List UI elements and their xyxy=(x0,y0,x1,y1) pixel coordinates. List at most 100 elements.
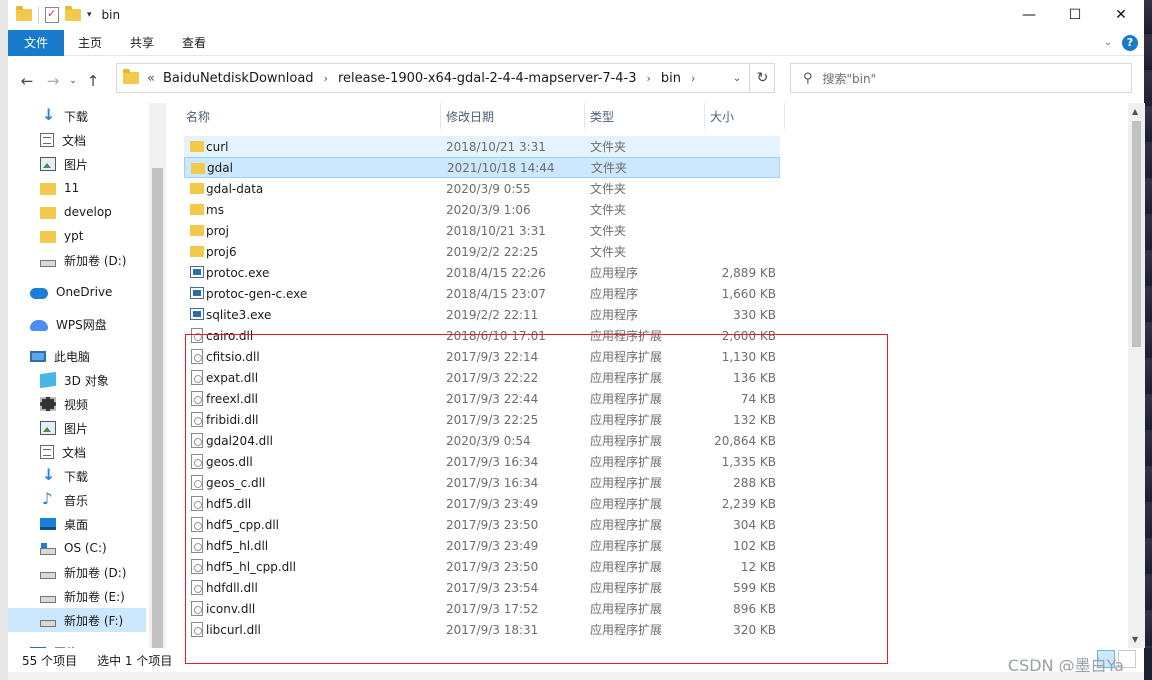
sidebar-item[interactable]: 3D 对象 xyxy=(40,368,109,392)
nav-pane-scrollbar[interactable] xyxy=(149,103,166,648)
sidebar-item[interactable]: WPS网盘 xyxy=(30,312,107,336)
sidebar-item[interactable]: 新加卷 (D:) xyxy=(40,560,126,584)
file-row[interactable]: hdfdll.dll 2017/9/3 23:54 应用程序扩展 599 KB xyxy=(184,577,780,598)
back-arrow-icon[interactable]: ← xyxy=(14,68,40,94)
up-arrow-icon[interactable]: ↑ xyxy=(80,68,106,94)
column-header-date[interactable]: 修改日期 xyxy=(446,103,494,129)
sidebar-item[interactable]: 新加卷 (D:) xyxy=(40,248,126,272)
breadcrumb-item[interactable]: BaiduNetdiskDownload xyxy=(163,71,314,86)
sidebar-item[interactable]: 图片📌 xyxy=(40,152,88,176)
file-row[interactable]: hdf5_cpp.dll 2017/9/3 23:50 应用程序扩展 304 KB xyxy=(184,514,780,535)
file-row[interactable]: gdal204.dll 2020/3/9 0:54 应用程序扩展 20,864 KB xyxy=(184,430,780,451)
file-row[interactable]: proj6 2019/2/2 22:25 文件夹 xyxy=(184,241,780,262)
file-name: protoc.exe xyxy=(206,265,270,280)
file-row[interactable]: gdal-data 2020/3/9 0:55 文件夹 xyxy=(184,178,780,199)
folder-icon xyxy=(190,141,204,152)
chevron-right-icon[interactable]: › xyxy=(691,72,695,85)
file-row[interactable]: hdf5_hl_cpp.dll 2017/9/3 23:50 应用程序扩展 12 KB xyxy=(184,556,780,577)
column-header-name[interactable]: 名称 xyxy=(186,103,210,129)
file-date: 2017/9/3 17:52 xyxy=(446,601,539,616)
column-resize-handle[interactable] xyxy=(440,103,441,129)
file-row[interactable]: sqlite3.exe 2019/2/2 22:11 应用程序 330 KB xyxy=(184,304,780,325)
column-resize-handle[interactable] xyxy=(784,103,785,129)
file-row[interactable]: iconv.dll 2017/9/3 17:52 应用程序扩展 896 KB xyxy=(184,598,780,619)
file-row[interactable]: fribidi.dll 2017/9/3 22:25 应用程序扩展 132 KB xyxy=(184,409,780,430)
file-row[interactable]: geos_c.dll 2017/9/3 16:34 应用程序扩展 288 KB xyxy=(184,472,780,493)
address-bar[interactable]: « BaiduNetdiskDownload › release-1900-x6… xyxy=(116,63,775,93)
breadcrumb-item[interactable]: release-1900-x64-gdal-2-4-4-mapserver-7-… xyxy=(338,71,637,86)
wps-cloud-icon xyxy=(30,320,48,331)
nav-scroll-thumb[interactable] xyxy=(152,168,163,648)
file-row[interactable]: geos.dll 2017/9/3 16:34 应用程序扩展 1,335 KB xyxy=(184,451,780,472)
folder-icon[interactable] xyxy=(16,6,32,21)
file-row[interactable]: proj 2018/10/21 3:31 文件夹 xyxy=(184,220,780,241)
tab-home[interactable]: 主页 xyxy=(64,31,116,55)
chevron-right-icon[interactable]: › xyxy=(324,72,328,85)
file-row[interactable]: protoc-gen-c.exe 2018/4/15 23:07 应用程序 1,660… xyxy=(184,283,780,304)
sidebar-item[interactable]: 文档📌 xyxy=(40,128,86,152)
sidebar-item[interactable]: 11 xyxy=(40,176,79,200)
picture-icon xyxy=(40,421,56,435)
sidebar-item[interactable]: 音乐 xyxy=(40,488,88,512)
sidebar-item[interactable]: 图片 xyxy=(40,416,88,440)
file-row[interactable]: libcurl.dll 2017/9/3 18:31 应用程序扩展 320 KB xyxy=(184,619,780,640)
sidebar-item[interactable]: 桌面 xyxy=(40,512,88,536)
close-button[interactable]: ✕ xyxy=(1098,0,1144,30)
properties-icon[interactable] xyxy=(45,7,59,23)
refresh-icon[interactable]: ↻ xyxy=(749,63,775,93)
sidebar-item[interactable]: 新加卷 (E:) xyxy=(40,584,125,608)
sidebar-item[interactable]: OS (C:) xyxy=(40,536,107,560)
file-row[interactable]: hdf5_hl.dll 2017/9/3 23:49 应用程序扩展 102 KB xyxy=(184,535,780,556)
tab-share[interactable]: 共享 xyxy=(116,31,168,55)
file-list-scrollbar[interactable]: ▲ ▼ xyxy=(1128,103,1145,648)
sidebar-item[interactable]: develop xyxy=(40,200,112,224)
file-list-scroll-thumb[interactable] xyxy=(1132,121,1141,347)
chevron-right-icon[interactable]: › xyxy=(647,72,651,85)
sidebar-item[interactable]: 网络 xyxy=(30,640,78,648)
dll-file-icon xyxy=(191,559,203,574)
sidebar-item[interactable]: 此电脑 xyxy=(30,344,90,368)
file-row[interactable]: gdal 2021/10/18 14:44 文件夹 xyxy=(184,157,780,178)
minimize-button[interactable]: — xyxy=(1006,0,1052,30)
maximize-button[interactable]: ☐ xyxy=(1052,0,1098,30)
sidebar-item[interactable]: 新加卷 (F:) xyxy=(8,608,146,632)
column-resize-handle[interactable] xyxy=(704,103,705,129)
file-row[interactable]: expat.dll 2017/9/3 22:22 应用程序扩展 136 KB xyxy=(184,367,780,388)
customize-toolbar-icon[interactable]: ▾ xyxy=(87,10,92,20)
file-row[interactable]: freexl.dll 2017/9/3 22:44 应用程序扩展 74 KB xyxy=(184,388,780,409)
scroll-up-icon[interactable]: ▲ xyxy=(1132,107,1138,116)
scroll-down-icon[interactable]: ▼ xyxy=(1132,635,1138,644)
column-header-type[interactable]: 类型 xyxy=(590,103,614,129)
sidebar-item[interactable]: 文档 xyxy=(40,440,86,464)
column-header-size[interactable]: 大小 xyxy=(710,103,734,129)
sidebar-item-label: 新加卷 (D:) xyxy=(64,253,127,268)
address-overflow[interactable]: « xyxy=(147,71,155,86)
file-type: 应用程序扩展 xyxy=(590,350,663,364)
file-row[interactable]: cairo.dll 2018/6/10 17:01 应用程序扩展 2,600 KB xyxy=(184,325,780,346)
file-date: 2017/9/3 23:50 xyxy=(446,559,539,574)
column-resize-handle[interactable] xyxy=(584,103,585,129)
recent-locations-icon[interactable]: ⌄ xyxy=(66,68,80,94)
tab-file[interactable]: 文件 xyxy=(8,29,65,56)
sidebar-item[interactable]: ypt xyxy=(40,224,83,248)
sidebar-item[interactable]: 下载 xyxy=(40,464,88,488)
file-row[interactable]: ms 2020/3/9 1:06 文件夹 xyxy=(184,199,780,220)
breadcrumb-item[interactable]: bin xyxy=(661,71,681,86)
sidebar-item[interactable]: 视频 xyxy=(40,392,88,416)
address-dropdown-icon[interactable]: ⌄ xyxy=(726,73,748,84)
forward-arrow-icon[interactable]: → xyxy=(40,68,66,94)
file-row[interactable]: hdf5.dll 2017/9/3 23:49 应用程序扩展 2,239 KB xyxy=(184,493,780,514)
file-row[interactable]: cfitsio.dll 2017/9/3 22:14 应用程序扩展 1,130 KB xyxy=(184,346,780,367)
help-icon[interactable]: ? xyxy=(1122,34,1138,51)
file-row[interactable]: curl 2018/10/21 3:31 文件夹 xyxy=(184,136,780,157)
tab-view[interactable]: 查看 xyxy=(168,31,220,55)
search-input[interactable]: ⚲ 搜索"bin" xyxy=(790,63,1132,93)
expand-ribbon-icon[interactable]: ⌄ xyxy=(1104,37,1112,48)
file-row[interactable]: protoc.exe 2018/4/15 22:26 应用程序 2,889 KB xyxy=(184,262,780,283)
file-name: geos.dll xyxy=(206,454,253,469)
file-date: 2018/4/15 22:26 xyxy=(446,265,546,280)
new-folder-icon[interactable] xyxy=(65,6,81,21)
picture-icon xyxy=(40,157,56,171)
sidebar-item[interactable]: OneDrive xyxy=(30,280,112,304)
sidebar-item[interactable]: 下载📌 xyxy=(40,104,88,128)
